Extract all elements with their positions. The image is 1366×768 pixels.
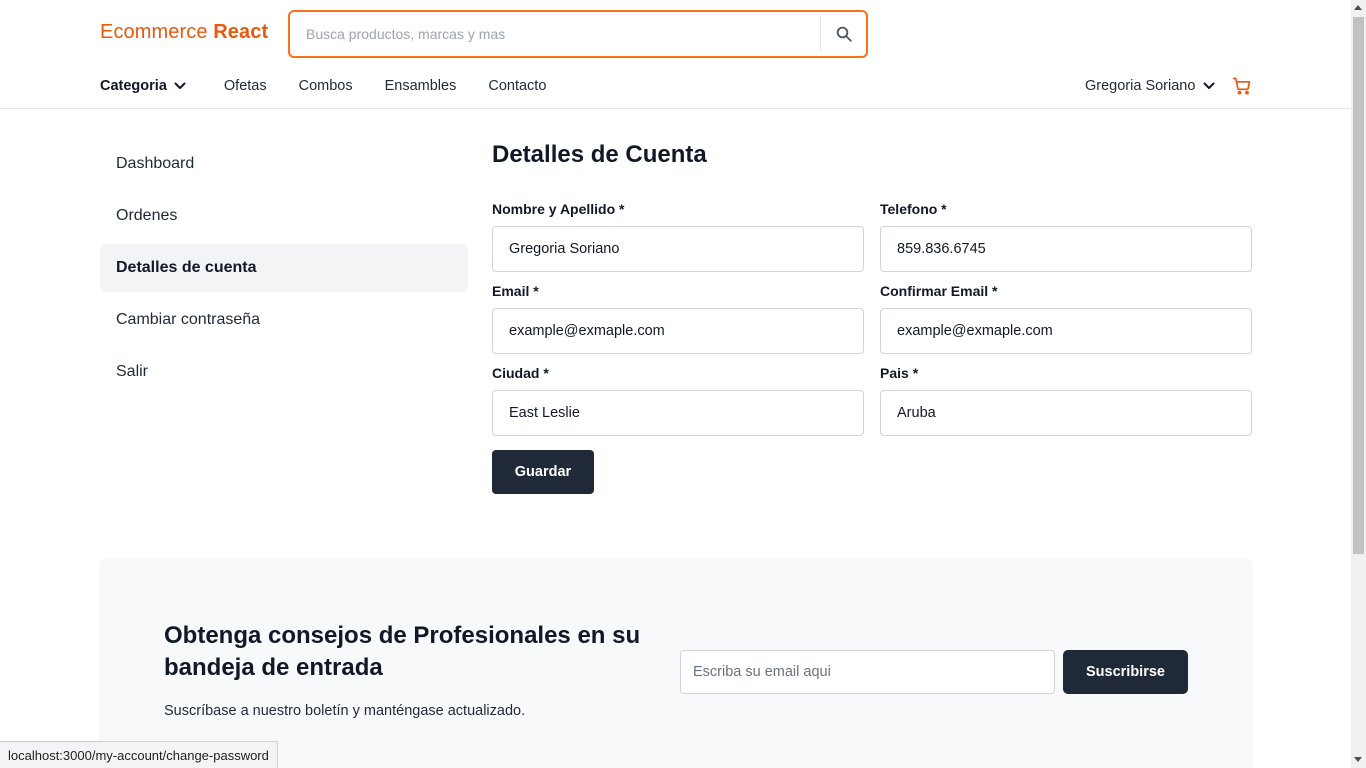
- newsletter-title: Obtenga consejos de Profesionales en su …: [164, 622, 641, 681]
- subscribe-button[interactable]: Suscribirse: [1063, 650, 1188, 694]
- category-label: Categoria: [100, 78, 167, 94]
- email-input[interactable]: [492, 308, 864, 354]
- user-name: Gregoria Soriano: [1085, 78, 1196, 94]
- scroll-up-arrow-icon[interactable]: [1354, 5, 1362, 10]
- nav-link-combos[interactable]: Combos: [299, 78, 353, 94]
- browser-status-url: localhost:3000/my-account/change-passwor…: [0, 741, 278, 768]
- site-header: Ecommerce React Categoria Ofetas Combos …: [0, 0, 1351, 109]
- email-field: Email *: [492, 282, 864, 354]
- logo-text-bold: React: [213, 21, 269, 43]
- country-input[interactable]: [880, 390, 1252, 436]
- save-button[interactable]: Guardar: [492, 450, 594, 494]
- main-nav: Categoria Ofetas Combos Ensambles Contac…: [100, 76, 546, 96]
- nav-link-contacto[interactable]: Contacto: [488, 78, 546, 94]
- cart-button[interactable]: [1232, 76, 1252, 96]
- name-input[interactable]: [492, 226, 864, 272]
- phone-input[interactable]: [880, 226, 1252, 272]
- name-label: Nombre y Apellido *: [492, 201, 625, 217]
- sidebar-item-detalles-de-cuenta[interactable]: Detalles de cuenta: [100, 244, 468, 292]
- sidebar-item-salir[interactable]: Salir: [100, 348, 468, 396]
- confirm-email-label: Confirmar Email *: [880, 283, 998, 299]
- newsletter-email-input[interactable]: [680, 650, 1055, 694]
- search-icon: [836, 26, 852, 42]
- logo-text: Ecommerce: [100, 21, 208, 43]
- search-button[interactable]: [820, 16, 866, 52]
- email-label: Email *: [492, 283, 539, 299]
- nav-link-ensambles[interactable]: Ensambles: [385, 78, 457, 94]
- confirm-email-input[interactable]: [880, 308, 1252, 354]
- name-field: Nombre y Apellido *: [492, 200, 864, 272]
- sidebar-item-ordenes[interactable]: Ordenes: [100, 192, 468, 240]
- newsletter-section: Obtenga consejos de Profesionales en su …: [99, 558, 1253, 768]
- search-bar: [288, 10, 868, 58]
- phone-label: Telefono *: [880, 201, 947, 217]
- page-title: Detalles de Cuenta: [492, 141, 707, 168]
- category-dropdown[interactable]: Categoria: [100, 78, 186, 94]
- page-scrollbar[interactable]: [1351, 0, 1366, 768]
- chevron-down-icon: [1203, 82, 1215, 89]
- confirm-email-field: Confirmar Email *: [880, 282, 1252, 354]
- chevron-down-icon: [174, 82, 186, 89]
- city-label: Ciudad *: [492, 365, 549, 381]
- scrollbar-thumb[interactable]: [1353, 17, 1364, 554]
- country-field: Pais *: [880, 364, 1252, 436]
- cart-icon: [1232, 77, 1251, 95]
- sidebar-item-dashboard[interactable]: Dashboard: [100, 140, 468, 188]
- nav-link-ofertas[interactable]: Ofetas: [224, 78, 267, 94]
- phone-field: Telefono *: [880, 200, 1252, 272]
- logo[interactable]: Ecommerce React: [100, 21, 268, 44]
- search-input[interactable]: [290, 12, 820, 56]
- newsletter-subtitle: Suscríbase a nuestro boletín y manténgas…: [164, 703, 526, 719]
- city-input[interactable]: [492, 390, 864, 436]
- country-label: Pais *: [880, 365, 919, 381]
- user-menu[interactable]: Gregoria Soriano: [1085, 76, 1215, 96]
- city-field: Ciudad *: [492, 364, 864, 436]
- sidebar-item-cambiar-contrasena[interactable]: Cambiar contraseña: [100, 296, 468, 344]
- scroll-down-arrow-icon[interactable]: [1354, 757, 1362, 762]
- account-sidebar: Dashboard Ordenes Detalles de cuenta Cam…: [100, 140, 468, 400]
